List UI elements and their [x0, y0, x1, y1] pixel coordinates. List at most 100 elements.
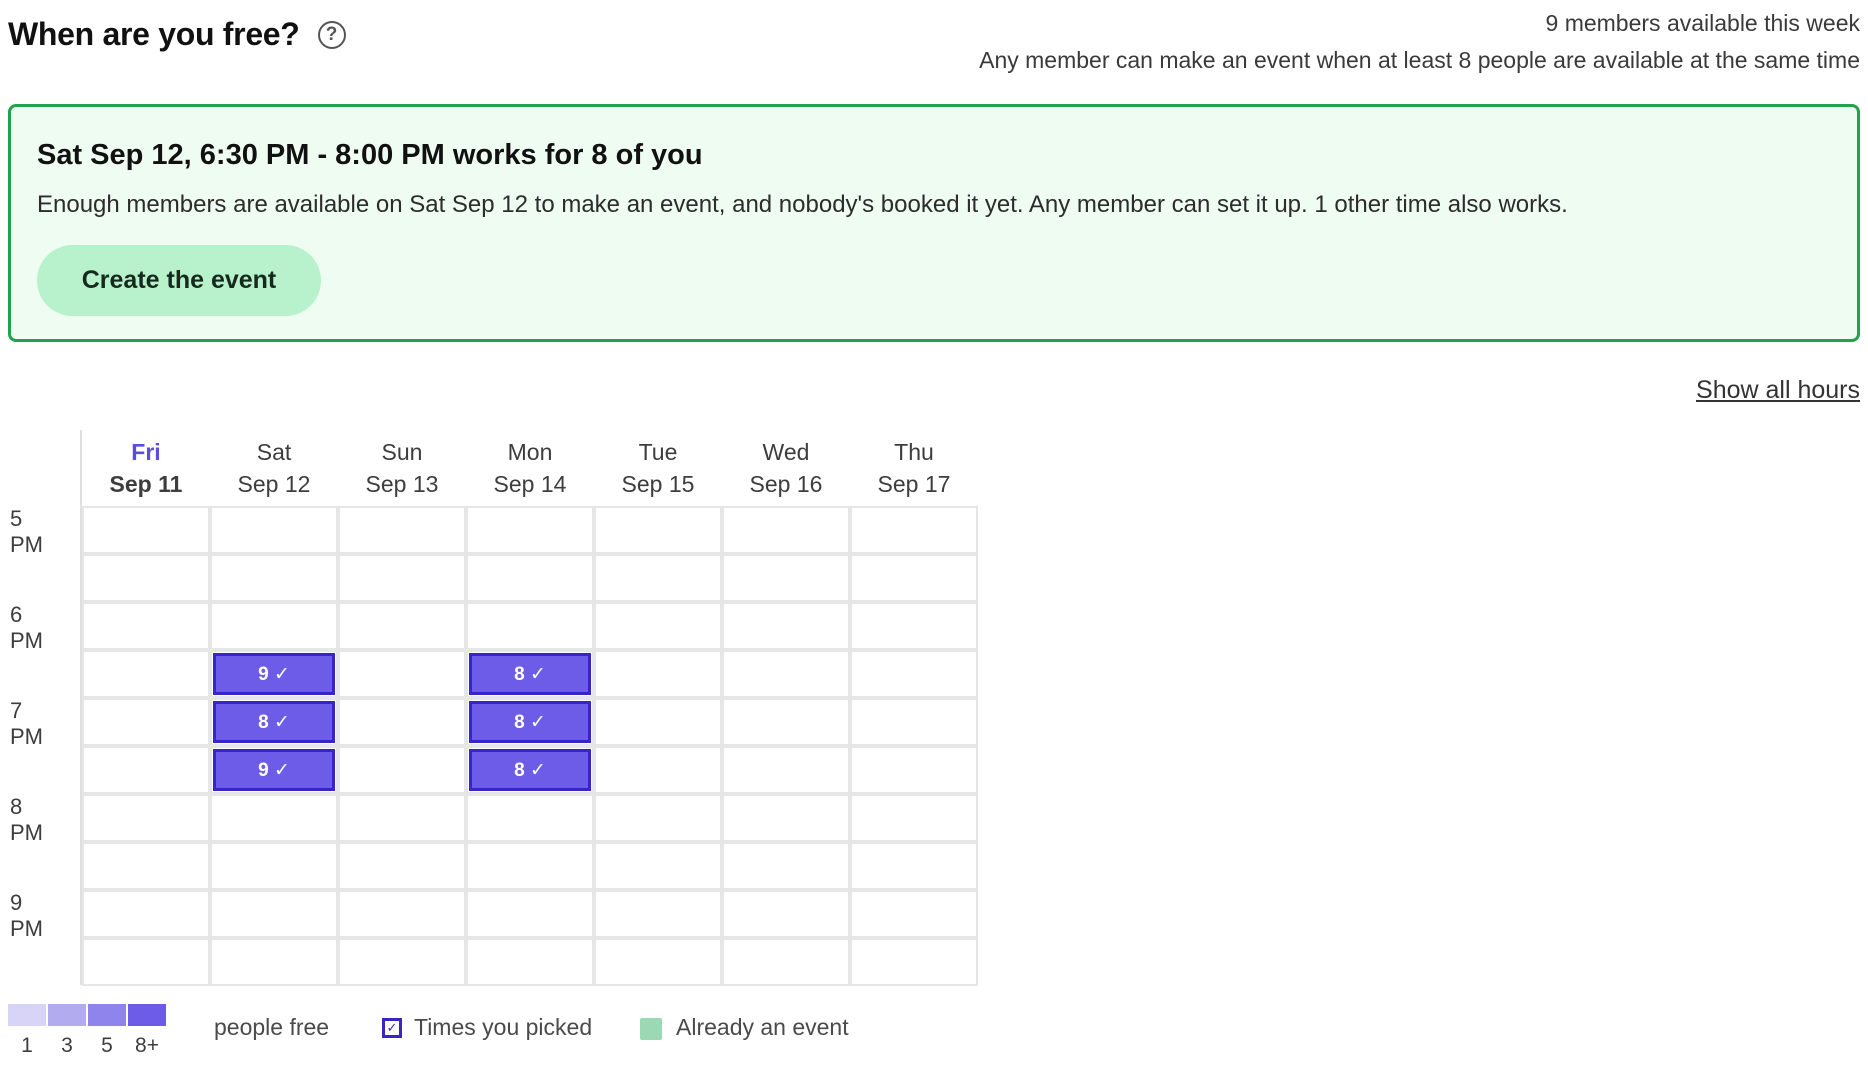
time-slot-cell[interactable]: [338, 794, 466, 842]
time-slot-cell[interactable]: [82, 650, 210, 698]
day-date: Sep 11: [109, 471, 183, 497]
time-slot-cell[interactable]: [82, 890, 210, 938]
time-slot-cell[interactable]: [850, 746, 978, 794]
page-header: When are you free? ? 9 members available…: [8, 8, 1860, 78]
picked-time-slot[interactable]: 9 ✓: [213, 749, 335, 791]
time-slot-cell[interactable]: [82, 794, 210, 842]
time-slot-cell[interactable]: [722, 554, 850, 602]
time-slot-cell[interactable]: [466, 890, 594, 938]
checkbox-icon: ✓: [382, 1018, 402, 1038]
time-slot-cell[interactable]: [466, 842, 594, 890]
times-picked-label: Times you picked: [414, 1014, 593, 1040]
picked-time-slot[interactable]: 8 ✓: [469, 749, 591, 791]
time-slot-cell[interactable]: [338, 554, 466, 602]
legend-swatch: [88, 1004, 126, 1026]
time-slot-cell[interactable]: [210, 554, 338, 602]
time-slot-cell[interactable]: [722, 842, 850, 890]
members-available-text: 9 members available this week: [1545, 10, 1860, 36]
time-slot-cell[interactable]: [594, 602, 722, 650]
time-slot-cell[interactable]: [722, 506, 850, 554]
already-event-label: Already an event: [676, 1014, 849, 1040]
day-date: Sep 13: [365, 471, 439, 497]
time-slot-cell[interactable]: [850, 554, 978, 602]
time-slot-cell[interactable]: [338, 650, 466, 698]
show-all-hours-link[interactable]: Show all hours: [1696, 376, 1860, 405]
time-slot-cell[interactable]: [594, 794, 722, 842]
day-header-sat: Sat Sep 12: [210, 436, 338, 500]
time-slot-cell[interactable]: [210, 602, 338, 650]
time-slot-cell[interactable]: [722, 794, 850, 842]
time-slot-cell[interactable]: [850, 842, 978, 890]
people-free-label: people free: [214, 1014, 330, 1040]
time-slot-cell[interactable]: [210, 890, 338, 938]
time-slot-cell[interactable]: [594, 698, 722, 746]
time-slot-cell[interactable]: [722, 938, 850, 986]
time-slot-cell[interactable]: [850, 602, 978, 650]
time-slot-cell[interactable]: [466, 938, 594, 986]
time-slot-cell[interactable]: [210, 794, 338, 842]
time-slot-cell[interactable]: [594, 890, 722, 938]
time-slot-cell[interactable]: [338, 698, 466, 746]
time-slot-cell[interactable]: [594, 650, 722, 698]
time-slot-cell[interactable]: [722, 746, 850, 794]
title-wrap: When are you free? ?: [8, 16, 346, 53]
time-slot-cell[interactable]: [210, 938, 338, 986]
time-slot-cell[interactable]: [338, 746, 466, 794]
suggestion-banner: Sat Sep 12, 6:30 PM - 8:00 PM works for …: [8, 104, 1860, 342]
time-label: 8 PM: [10, 794, 43, 845]
time-slot-cell[interactable]: [850, 698, 978, 746]
day-date: Sep 17: [877, 471, 951, 497]
time-slot-cell[interactable]: [850, 650, 978, 698]
time-slot-cell[interactable]: [594, 554, 722, 602]
time-slot-cell[interactable]: [850, 506, 978, 554]
day-header-mon: Mon Sep 14: [466, 436, 594, 500]
time-slot-cell[interactable]: [722, 650, 850, 698]
time-slot-cell[interactable]: [850, 938, 978, 986]
time-label: 5 PM: [10, 506, 43, 557]
time-label: 6 PM: [10, 602, 43, 653]
time-slot-cell[interactable]: [594, 938, 722, 986]
time-slot-cell[interactable]: [722, 890, 850, 938]
time-label: 7 PM: [10, 698, 43, 749]
day-name: Tue: [638, 439, 678, 465]
time-slot-cell[interactable]: [850, 794, 978, 842]
time-slot-cell[interactable]: [82, 506, 210, 554]
picked-time-slot[interactable]: 8 ✓: [469, 653, 591, 695]
time-slot-cell[interactable]: [338, 506, 466, 554]
time-slot-cell[interactable]: [850, 890, 978, 938]
time-slot-cell[interactable]: [466, 554, 594, 602]
time-slot-cell[interactable]: [338, 938, 466, 986]
help-icon[interactable]: ?: [317, 20, 346, 49]
time-slot-cell[interactable]: [466, 794, 594, 842]
time-slot-cell[interactable]: [82, 698, 210, 746]
legend-swatch: [128, 1004, 166, 1026]
time-slot-cell[interactable]: [338, 890, 466, 938]
time-slot-cell[interactable]: [82, 602, 210, 650]
time-slot-cell[interactable]: [466, 506, 594, 554]
time-slot-cell[interactable]: [466, 602, 594, 650]
time-slot-cell[interactable]: [82, 554, 210, 602]
time-slot-cell[interactable]: [594, 506, 722, 554]
time-slot-cell[interactable]: [210, 842, 338, 890]
picked-time-slot[interactable]: 8 ✓: [469, 701, 591, 743]
time-slot-cell[interactable]: [338, 842, 466, 890]
create-event-button[interactable]: Create the event: [37, 245, 321, 316]
time-slot-cell[interactable]: [722, 698, 850, 746]
day-date: Sep 15: [621, 471, 695, 497]
day-name: Thu: [894, 439, 934, 465]
time-slot-cell[interactable]: [82, 746, 210, 794]
time-slot-cell[interactable]: [82, 842, 210, 890]
legend: 1 3 5 8+ people free ✓ Times you picked Alr…: [8, 1004, 908, 1064]
time-slot-cell[interactable]: [210, 506, 338, 554]
time-slot-cell[interactable]: [338, 602, 466, 650]
picked-time-slot[interactable]: 8 ✓: [213, 701, 335, 743]
time-slot-cell[interactable]: [722, 602, 850, 650]
day-name: Wed: [762, 439, 810, 465]
day-name: Sat: [256, 439, 292, 465]
day-header-sun: Sun Sep 13: [338, 436, 466, 500]
day-header-tue: Tue Sep 15: [594, 436, 722, 500]
time-slot-cell[interactable]: [594, 746, 722, 794]
time-slot-cell[interactable]: [82, 938, 210, 986]
picked-time-slot[interactable]: 9 ✓: [213, 653, 335, 695]
time-slot-cell[interactable]: [594, 842, 722, 890]
